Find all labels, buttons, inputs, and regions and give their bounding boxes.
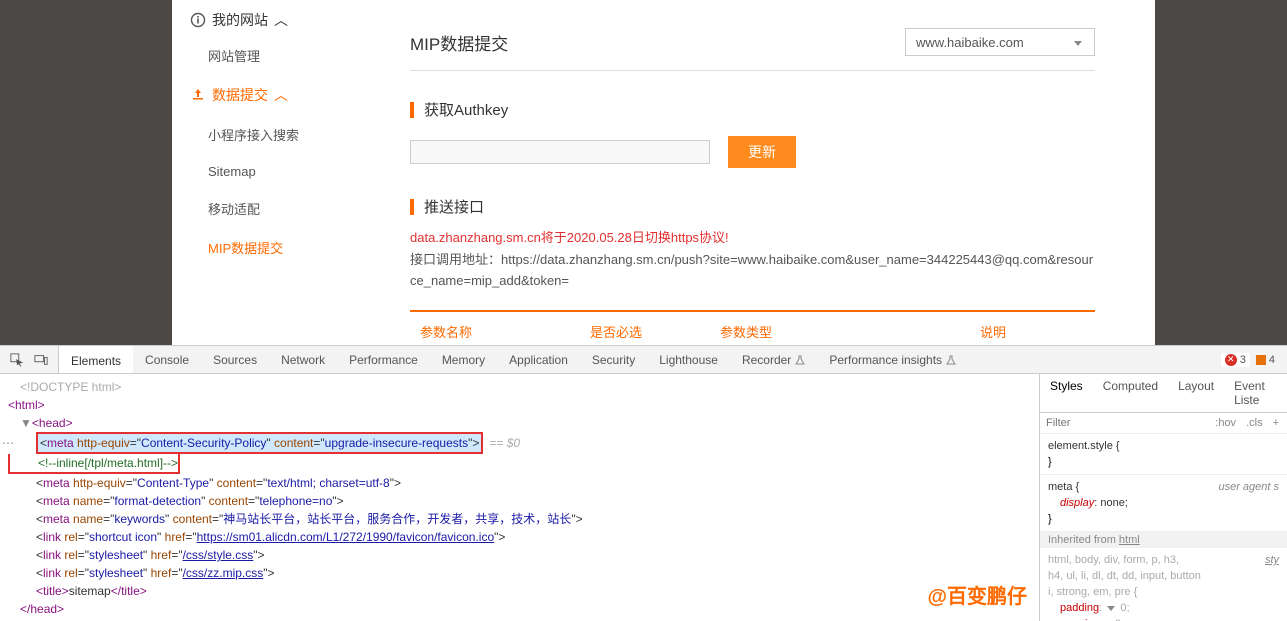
warning-icon	[1256, 355, 1266, 365]
tab-application[interactable]: Application	[497, 346, 580, 373]
flask-icon	[795, 355, 805, 365]
dom-line[interactable]: <meta http-equiv="Content-Type" content=…	[8, 474, 1039, 492]
page-title: MIP数据提交	[410, 30, 508, 55]
sidebar-header-label: 我的网站	[212, 10, 268, 30]
add-style-icon[interactable]: +	[1273, 417, 1279, 429]
tab-memory[interactable]: Memory	[430, 346, 497, 373]
main-content: MIP数据提交 www.haibaike.com 获取Authkey 更新 推送…	[350, 0, 1155, 345]
device-icon[interactable]	[34, 353, 48, 367]
chevron-down-icon	[1072, 35, 1084, 50]
sidebar-item-mobile[interactable]: 移动适配	[172, 189, 350, 228]
dom-line[interactable]: <!--inline[/tpl/meta.html]-->	[8, 454, 180, 474]
th-required: 是否必选	[590, 322, 720, 341]
dom-line[interactable]: <!DOCTYPE html>	[8, 378, 1039, 396]
bg-right	[1155, 0, 1287, 345]
sidebar-item-site-manage[interactable]: 网站管理	[172, 36, 350, 75]
style-block[interactable]: user agent s meta { display: none; }	[1040, 475, 1287, 532]
dom-line[interactable]: <meta name="format-detection" content="t…	[8, 492, 1039, 510]
elements-panel[interactable]: <!DOCTYPE html> <html> ▼<head> <meta htt…	[0, 374, 1039, 621]
push-warning: data.zhanzhang.sm.cn将于2020.05.28日切换https…	[410, 227, 1095, 246]
th-type: 参数类型	[720, 322, 980, 341]
stab-styles[interactable]: Styles	[1040, 374, 1093, 412]
authkey-input[interactable]	[410, 140, 710, 164]
stab-event[interactable]: Event Liste	[1224, 374, 1287, 412]
th-desc: 说明	[980, 322, 1085, 341]
error-icon: ✕	[1225, 354, 1237, 366]
info-icon	[190, 12, 206, 28]
styles-filter-input[interactable]	[1040, 413, 1207, 433]
style-block[interactable]: element.style { }	[1040, 434, 1287, 475]
stab-layout[interactable]: Layout	[1168, 374, 1224, 412]
sidebar-item-label: 数据提交	[212, 85, 268, 105]
hov-toggle[interactable]: :hov	[1215, 417, 1236, 429]
domain-select-value: www.haibaike.com	[916, 35, 1024, 50]
dom-line[interactable]: <link rel="stylesheet" href="/css/zz.mip…	[8, 564, 1039, 582]
dom-line[interactable]: <meta name="keywords" content="神马站长平台，站长…	[8, 510, 1039, 528]
devtools-tabs: Elements Console Sources Network Perform…	[0, 346, 1287, 374]
domain-select[interactable]: www.haibaike.com	[905, 28, 1095, 56]
tab-security[interactable]: Security	[580, 346, 647, 373]
tab-performance[interactable]: Performance	[337, 346, 430, 373]
style-block[interactable]: sty html, body, div, form, p, h3, h4, ul…	[1040, 548, 1287, 621]
section-authkey: 获取Authkey	[410, 99, 1095, 120]
error-badges[interactable]: ✕3 4	[1213, 353, 1287, 367]
tab-sources[interactable]: Sources	[201, 346, 269, 373]
accent-bar	[410, 102, 414, 118]
inherited-label: Inherited from html	[1040, 532, 1287, 548]
dom-selected-line[interactable]: <meta http-equiv="Content-Security-Polic…	[8, 432, 1039, 454]
section-authkey-label: 获取Authkey	[424, 99, 508, 120]
bg-left	[0, 0, 172, 345]
breakpoint-dots: ⋯	[0, 436, 16, 450]
sidebar-item-miniprogram[interactable]: 小程序接入搜索	[172, 115, 350, 154]
tab-console[interactable]: Console	[133, 346, 201, 373]
th-name: 参数名称	[420, 322, 590, 341]
inspect-icon[interactable]	[10, 353, 24, 367]
cls-toggle[interactable]: .cls	[1246, 417, 1263, 429]
dom-line[interactable]: <title>sitemap</title>	[8, 582, 1039, 600]
dom-line[interactable]: <link rel="stylesheet" href="/css/style.…	[8, 546, 1039, 564]
sidebar-item-sitemap[interactable]: Sitemap	[172, 154, 350, 189]
tab-elements[interactable]: Elements	[59, 346, 133, 373]
upload-icon	[190, 87, 206, 103]
sidebar-item-data-submit[interactable]: 数据提交 ︿	[172, 75, 350, 115]
sidebar-header[interactable]: 我的网站 ︿	[172, 4, 350, 36]
push-api: 接口调用地址：https://data.zhanzhang.sm.cn/push…	[410, 250, 1095, 292]
devtools: Elements Console Sources Network Perform…	[0, 345, 1287, 621]
tab-perfinsights[interactable]: Performance insights	[817, 346, 968, 373]
section-push-label: 推送接口	[424, 196, 484, 217]
watermark: @百变鹏仔	[927, 580, 1027, 609]
section-push: 推送接口	[410, 196, 1095, 217]
tab-network[interactable]: Network	[269, 346, 337, 373]
chevron-up-icon: ︿	[274, 10, 288, 30]
accent-bar	[410, 199, 414, 215]
sidebar: 我的网站 ︿ 网站管理 数据提交 ︿ 小程序接入搜索 Sitemap 移动适配 …	[172, 0, 350, 345]
chevron-up-icon: ︿	[274, 85, 288, 105]
sidebar-item-mip[interactable]: MIP数据提交	[172, 228, 350, 267]
dom-line[interactable]: ▼<head>	[8, 414, 1039, 432]
flask-icon	[946, 355, 956, 365]
tab-recorder[interactable]: Recorder	[730, 346, 817, 373]
dom-line[interactable]: <link rel="shortcut icon" href="https://…	[8, 528, 1039, 546]
tab-lighthouse[interactable]: Lighthouse	[647, 346, 730, 373]
update-button[interactable]: 更新	[728, 136, 796, 168]
dom-line[interactable]: <html>	[8, 396, 1039, 414]
dom-line[interactable]: </head>	[8, 600, 1039, 618]
styles-panel: Styles Computed Layout Event Liste :hov …	[1039, 374, 1287, 621]
stab-computed[interactable]: Computed	[1093, 374, 1168, 412]
